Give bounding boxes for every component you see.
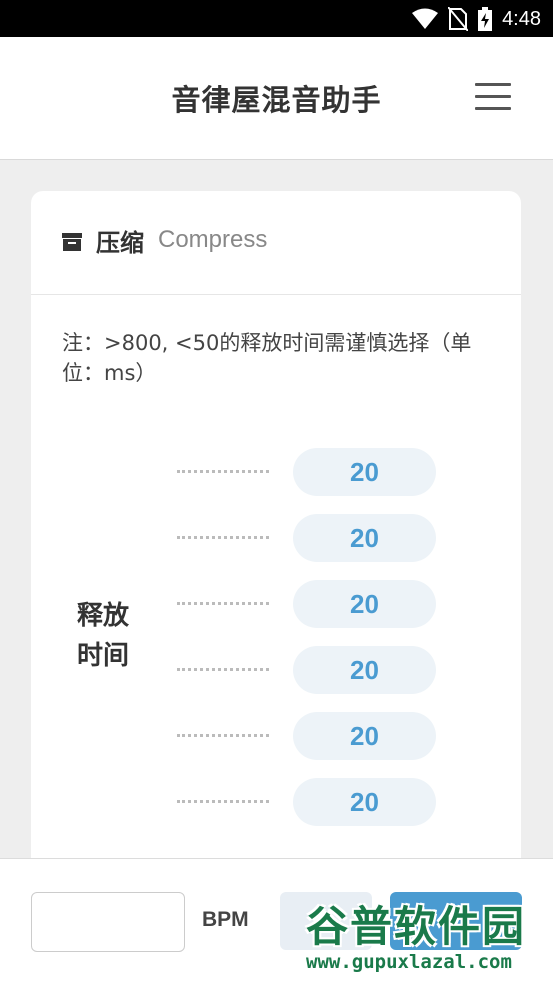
watermark: 谷普软件园 www.gupuxlazal.com xyxy=(300,893,553,983)
release-time-row: 20 xyxy=(31,712,521,760)
dotted-divider xyxy=(177,800,269,803)
release-time-input[interactable]: 20 xyxy=(293,448,436,496)
watermark-text: 谷普软件园 xyxy=(306,902,527,951)
app-title: 音律屋混音助手 xyxy=(171,83,382,117)
watermark-url: www.gupuxlazal.com xyxy=(306,951,512,973)
wifi-icon xyxy=(412,8,439,29)
app-header: 音律屋混音助手 xyxy=(0,37,553,160)
release-time-row: 20 xyxy=(31,448,521,496)
battery-charging-icon xyxy=(478,7,493,31)
card-title: 压缩 xyxy=(96,229,144,257)
card-subtitle: Compress xyxy=(158,226,268,253)
release-time-input[interactable]: 20 xyxy=(293,514,436,562)
status-bar: 4:48 xyxy=(0,0,553,37)
card-header: 压缩 Compress xyxy=(31,191,521,295)
bpm-input[interactable] xyxy=(31,892,185,952)
release-time-row: 20 xyxy=(31,514,521,562)
dotted-divider xyxy=(177,734,269,737)
status-time: 4:48 xyxy=(502,7,541,30)
compress-card: 压缩 Compress 注：>800, <50的释放时间需谨慎选择（单位：ms）… xyxy=(31,191,521,891)
hamburger-menu-icon[interactable] xyxy=(475,83,511,111)
release-time-row: 20 xyxy=(31,778,521,826)
dotted-divider xyxy=(177,602,269,605)
no-sim-icon xyxy=(448,7,469,31)
bpm-label: BPM xyxy=(202,908,249,931)
archive-icon xyxy=(62,233,82,251)
release-time-input[interactable]: 20 xyxy=(293,712,436,760)
status-icons: 4:48 xyxy=(412,7,541,31)
release-time-input[interactable]: 20 xyxy=(293,778,436,826)
release-time-row: 20 xyxy=(31,580,521,628)
release-time-note: 注：>800, <50的释放时间需谨慎选择（单位：ms） xyxy=(62,331,472,385)
release-time-input[interactable]: 20 xyxy=(293,580,436,628)
dotted-divider xyxy=(177,668,269,671)
dotted-divider xyxy=(177,536,269,539)
release-time-row: 20 xyxy=(31,646,521,694)
release-time-input[interactable]: 20 xyxy=(293,646,436,694)
dotted-divider xyxy=(177,470,269,473)
